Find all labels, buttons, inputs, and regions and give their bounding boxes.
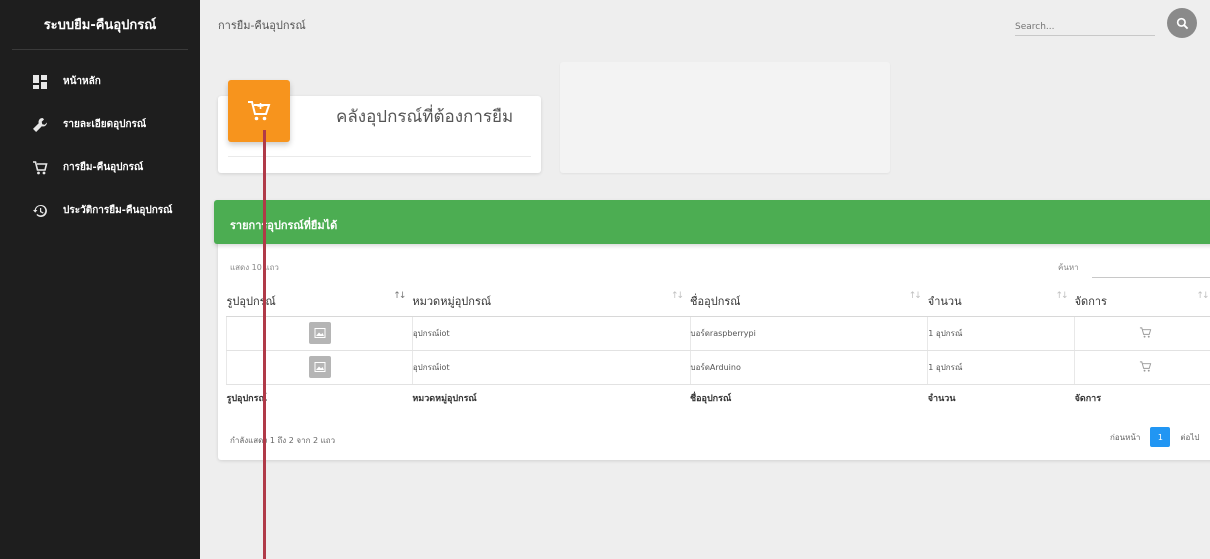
equipment-table: รูปอุปกรณ์ ↑↓ หมวดหมู่อุปกรณ์ ↑↓ ชื่ออุปกร… [226,287,1210,412]
category-cell: อุปกรณ์iot [412,316,691,351]
column-header-name[interactable]: ชื่ออุปกรณ์ ↑↓ [690,287,928,317]
page-1-button[interactable]: 1 [1150,427,1171,447]
pagination: ก่อนหน้า 1 ต่อไป [1110,427,1199,447]
top-bar: การยืม-คืนอุปกรณ์ [200,0,1210,48]
name-cell: บอร์ดraspberrypi [690,316,929,351]
sidebar-nav: หน้าหลัก รายละเอียดอุปกรณ์ การยืม-คืนอุป… [0,60,200,232]
search-button[interactable] [1167,8,1197,38]
sidebar-item-borrow-return[interactable]: การยืม-คืนอุปกรณ์ [0,146,200,189]
table-search-input[interactable] [1092,256,1210,278]
sidebar-item-label: ประวัติการยืม-คืนอุปกรณ์ [63,205,173,216]
table-search-label: ค้นหา [1058,263,1079,272]
table-row: อุปกรณ์iot บอร์ดArduino 1 อุปกรณ์ [226,350,1210,385]
table-card-header: รายการอุปกรณ์ที่ยืมได้ [214,200,1210,244]
sort-icon: ↑↓ [1055,291,1069,301]
quantity-cell: 1 อุปกรณ์ [927,350,1076,385]
table-footer-row: รูปอุปกรณ์ หมวดหมู่อุปกรณ์ ชื่ออุปกรณ์ จ… [226,383,1210,412]
stat-card-title: คลังอุปกรณ์ที่ต้องการยืม [336,107,514,127]
sidebar: ระบบยืม-คืนอุปกรณ์ หน้าหลัก รายละเอียดอุ… [0,0,200,559]
table-info: กำลังแสดง 1 ถึง 2 จาก 2 แถว [230,436,336,445]
search-field [1015,14,1155,37]
equipment-image-cell [226,350,413,385]
quantity-cell: 1 อุปกรณ์ [927,316,1076,351]
image-placeholder-icon [309,322,331,344]
previous-page-button[interactable]: ก่อนหน้า [1110,431,1140,444]
equipment-image-cell [226,316,413,351]
next-page-button[interactable]: ต่อไป [1180,431,1199,444]
sidebar-item-label: รายละเอียดอุปกรณ์ [63,119,147,130]
card-divider [228,156,531,157]
table-header-row: รูปอุปกรณ์ ↑↓ หมวดหมู่อุปกรณ์ ↑↓ ชื่ออุปกร… [226,287,1210,317]
sidebar-item-equipment-details[interactable]: รายละเอียดอุปกรณ์ [0,103,200,146]
image-placeholder-icon [309,356,331,378]
name-cell: บอร์ดArduino [690,350,929,385]
search-input[interactable] [1015,17,1155,37]
column-header-quantity[interactable]: จำนวน ↑↓ [927,287,1075,317]
category-cell: อุปกรณ์iot [412,350,691,385]
page-title: การยืม-คืนอุปกรณ์ [218,19,306,32]
table-row: อุปกรณ์iot บอร์ดraspberrypi 1 อุปกรณ์ [226,316,1210,351]
sort-icon: ↑↓ [670,291,684,301]
column-header-category[interactable]: หมวดหมู่อุปกรณ์ ↑↓ [412,287,691,317]
sort-icon: ↑↓ [908,291,922,301]
app-title: ระบบยืม-คืนอุปกรณ์ [12,0,188,50]
sidebar-item-history[interactable]: ประวัติการยืม-คืนอุปกรณ์ [0,189,200,232]
wrench-icon [33,117,47,132]
dashboard-icon [33,74,47,89]
sort-icon: ↑↓ [1196,291,1209,301]
annotation-arrow-line [263,130,266,559]
borrow-action-cell [1074,316,1210,351]
footer-column-image: รูปอุปกรณ์ [226,383,413,412]
sidebar-item-label: หน้าหลัก [63,76,101,87]
add-to-cart-icon[interactable] [1139,326,1152,339]
borrow-action-cell [1074,350,1210,385]
cart-icon [33,160,48,174]
placeholder-card [560,62,890,173]
column-header-manage[interactable]: จัดการ ↑↓ [1074,287,1210,317]
add-to-cart-icon[interactable] [1139,360,1152,373]
cart-icon [248,101,271,121]
stat-card-icon-tile [228,80,290,142]
column-header-image[interactable]: รูปอุปกรณ์ ↑↓ [226,287,413,317]
footer-column-category: หมวดหมู่อุปกรณ์ [412,383,691,412]
sort-icon: ↑↓ [393,291,406,301]
footer-column-quantity: จำนวน [927,383,1075,412]
sidebar-item-home[interactable]: หน้าหลัก [0,60,200,103]
rows-per-page-label[interactable]: แสดง 10 แถว [230,261,279,274]
search-icon [1176,17,1188,29]
footer-column-manage: จัดการ [1074,383,1210,412]
sidebar-item-label: การยืม-คืนอุปกรณ์ [63,162,144,173]
footer-column-name: ชื่ออุปกรณ์ [690,383,928,412]
history-icon [33,204,47,217]
